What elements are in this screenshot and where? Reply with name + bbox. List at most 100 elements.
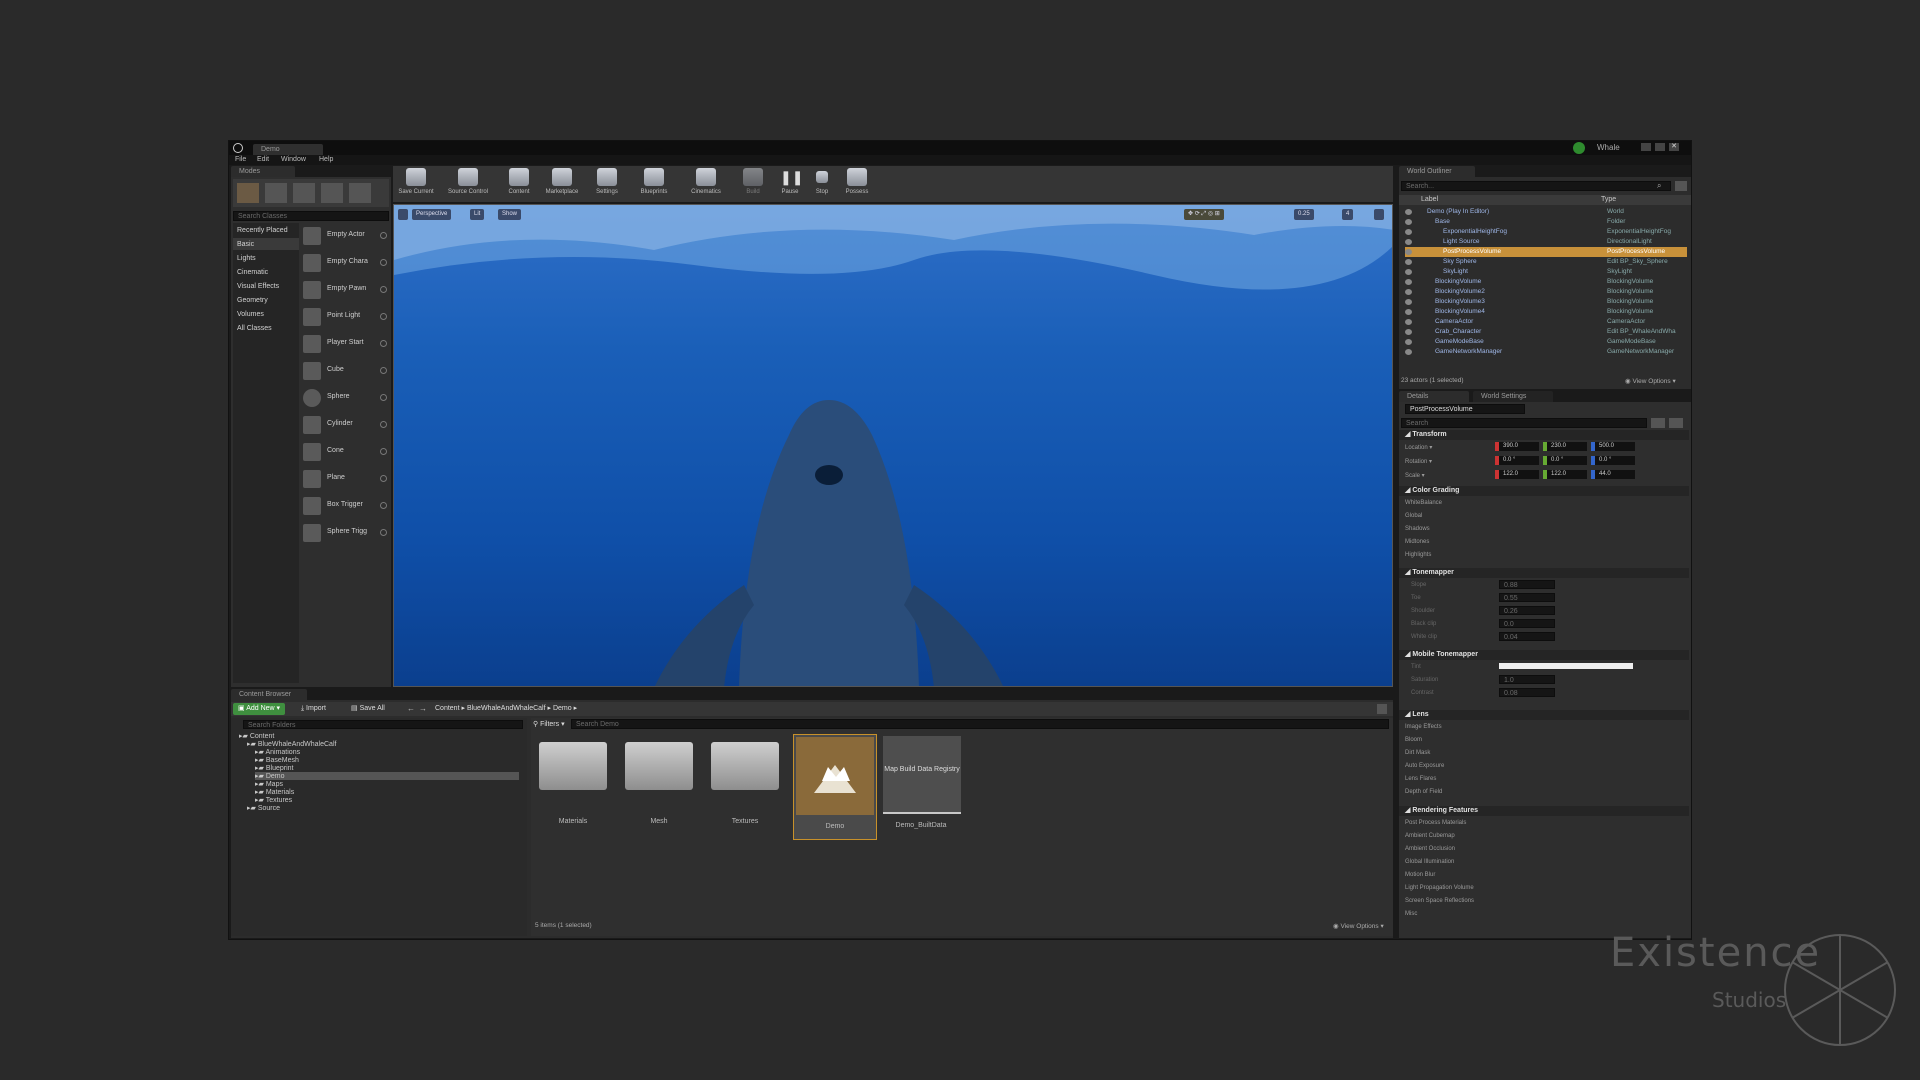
label-column-header[interactable]: Label [1421, 195, 1438, 205]
paint-mode-icon[interactable] [265, 183, 287, 203]
folder-tree-item[interactable]: ▸▰ Animations [255, 748, 300, 756]
black-clip-field[interactable]: 0.0 [1499, 619, 1555, 628]
perspective-button[interactable]: Perspective [412, 209, 452, 220]
content-button[interactable]: Content [499, 166, 539, 200]
folder-tree-item[interactable]: ▸▰ Materials [255, 788, 294, 796]
prop-white-clip[interactable]: White clip [1411, 634, 1437, 640]
tab-content-browser[interactable]: Content Browser [231, 689, 307, 700]
settings-button[interactable]: Settings [587, 166, 627, 200]
folder-tree-item[interactable]: ▸▰ Source [247, 804, 280, 812]
folder-tree-item[interactable]: ▸▰ Textures [255, 796, 292, 804]
property-matrix-icon[interactable] [1651, 418, 1665, 428]
help-icon[interactable] [380, 394, 387, 401]
breadcrumb-content[interactable]: Content [435, 705, 460, 712]
place-item-empty-character[interactable]: Empty Chara [303, 252, 391, 276]
place-item-player-start[interactable]: Player Start [303, 333, 391, 357]
prop-global-illumination[interactable]: Global Illumination [1405, 859, 1454, 865]
rotation-y-field[interactable]: 0.0 ° [1543, 456, 1587, 465]
slope-field[interactable]: 0.88 [1499, 580, 1555, 589]
prop-ambient-cubemap[interactable]: Ambient Cubemap [1405, 833, 1455, 839]
menu-window[interactable]: Window [281, 155, 306, 165]
transform-section[interactable]: ◢ Transform [1399, 430, 1689, 440]
scale-x-field[interactable]: 122.0 [1495, 470, 1539, 479]
category-visual-effects[interactable]: Visual Effects [237, 283, 279, 290]
outliner-row[interactable]: Crab_Character Edit BP_WhaleAndWha [1405, 327, 1687, 337]
visibility-eye-icon[interactable] [1405, 309, 1412, 315]
foliage-mode-icon[interactable] [321, 183, 343, 203]
location-label[interactable]: Location ▾ [1405, 444, 1432, 451]
category-basic[interactable]: Basic [237, 241, 254, 248]
visibility-options-icon[interactable] [1669, 418, 1683, 428]
place-item-cone[interactable]: Cone [303, 441, 391, 465]
scale-z-field[interactable]: 44.0 [1591, 470, 1635, 479]
location-x-field[interactable]: 390.0 [1495, 442, 1539, 451]
location-z-field[interactable]: 500.0 [1591, 442, 1635, 451]
outliner-row[interactable]: ExponentialHeightFog ExponentialHeightFog [1405, 227, 1687, 237]
toe-field[interactable]: 0.55 [1499, 593, 1555, 602]
visibility-eye-icon[interactable] [1405, 339, 1412, 345]
help-icon[interactable] [380, 421, 387, 428]
white-clip-field[interactable]: 0.04 [1499, 632, 1555, 641]
prop-lens-flares[interactable]: Lens Flares [1405, 776, 1436, 782]
visibility-eye-icon[interactable] [1405, 209, 1412, 215]
breadcrumb-demo[interactable]: Demo [553, 705, 572, 712]
visibility-eye-icon[interactable] [1405, 319, 1412, 325]
actor-name-field[interactable]: PostProcessVolume [1405, 404, 1525, 414]
folder-tree-item[interactable]: ▸▰ BlueWhaleAndWhaleCalf [247, 740, 336, 748]
prop-post-process-materials[interactable]: Post Process Materials [1405, 820, 1466, 826]
outliner-row[interactable]: PostProcessVolume PostProcessVolume [1405, 247, 1687, 257]
import-button[interactable]: ⤓ Import [301, 703, 326, 715]
save-current-button[interactable]: Save Current [395, 166, 437, 200]
outliner-view-options[interactable]: ◉ View Options ▾ [1625, 377, 1676, 385]
maximize-viewport-icon[interactable] [1374, 209, 1384, 220]
contrast-field[interactable]: 0.08 [1499, 688, 1555, 697]
blueprints-button[interactable]: Blueprints [631, 166, 677, 200]
help-icon[interactable] [380, 502, 387, 509]
folder-tree-item[interactable]: ▸▰ Demo [255, 772, 519, 780]
lens-section[interactable]: ◢ Lens [1399, 710, 1689, 720]
close-icon[interactable]: ✕ [1669, 143, 1679, 151]
place-mode-icon[interactable] [237, 183, 259, 203]
outliner-row[interactable]: SkyLight SkyLight [1405, 267, 1687, 277]
visibility-eye-icon[interactable] [1405, 349, 1412, 355]
prop-image-effects[interactable]: Image Effects [1405, 724, 1442, 730]
help-icon[interactable] [380, 448, 387, 455]
location-y-field[interactable]: 230.0 [1543, 442, 1587, 451]
prop-motion-blur[interactable]: Motion Blur [1405, 872, 1435, 878]
show-button[interactable]: Show [498, 209, 522, 220]
camera-count-button[interactable]: 4 [1342, 209, 1354, 220]
outliner-row[interactable]: Demo (Play In Editor) World [1405, 207, 1687, 217]
search-folders-input[interactable]: Search Folders [243, 720, 523, 729]
tab-world-outliner[interactable]: World Outliner [1399, 166, 1475, 177]
place-item-empty-pawn[interactable]: Empty Pawn [303, 279, 391, 303]
visibility-eye-icon[interactable] [1405, 229, 1412, 235]
geometry-mode-icon[interactable] [349, 183, 371, 203]
search-assets-input[interactable]: Search Demo [571, 719, 1389, 729]
help-icon[interactable] [380, 286, 387, 293]
tab-world-settings[interactable]: World Settings [1473, 391, 1553, 402]
rotation-x-field[interactable]: 0.0 ° [1495, 456, 1539, 465]
landscape-mode-icon[interactable] [293, 183, 315, 203]
outliner-row[interactable]: BlockingVolume BlockingVolume [1405, 277, 1687, 287]
outliner-search-input[interactable]: Search... [1401, 181, 1671, 191]
visibility-eye-icon[interactable] [1405, 239, 1412, 245]
outliner-row[interactable]: GameModeBase GameModeBase [1405, 337, 1687, 347]
scale-label[interactable]: Scale ▾ [1405, 472, 1425, 479]
add-new-button[interactable]: ▣ Add New ▾ [233, 703, 286, 715]
shoulder-field[interactable]: 0.26 [1499, 606, 1555, 615]
outliner-row[interactable]: GameNetworkManager GameNetworkManager [1405, 347, 1687, 357]
visibility-eye-icon[interactable] [1405, 289, 1412, 295]
viewport-menu-icon[interactable] [398, 209, 408, 220]
outliner-row[interactable]: Light Source DirectionalLight [1405, 237, 1687, 247]
color-grading-section[interactable]: ◢ Color Grading [1399, 486, 1689, 496]
category-geometry[interactable]: Geometry [237, 297, 268, 304]
prop-white-balance[interactable]: WhiteBalance [1405, 500, 1442, 506]
help-icon[interactable] [380, 367, 387, 374]
outliner-options-icon[interactable] [1675, 181, 1687, 191]
visibility-eye-icon[interactable] [1405, 219, 1412, 225]
save-all-button[interactable]: ▤ Save All [351, 703, 385, 715]
level-viewport[interactable]: Perspective Lit Show ✥ ⟳ ⤢ ◎ ⊞ 0.25 4 [393, 204, 1393, 687]
place-item-point-light[interactable]: Point Light [303, 306, 391, 330]
place-item-sphere-trigger[interactable]: Sphere Trigg [303, 522, 391, 546]
source-control-icon[interactable] [1573, 142, 1585, 154]
